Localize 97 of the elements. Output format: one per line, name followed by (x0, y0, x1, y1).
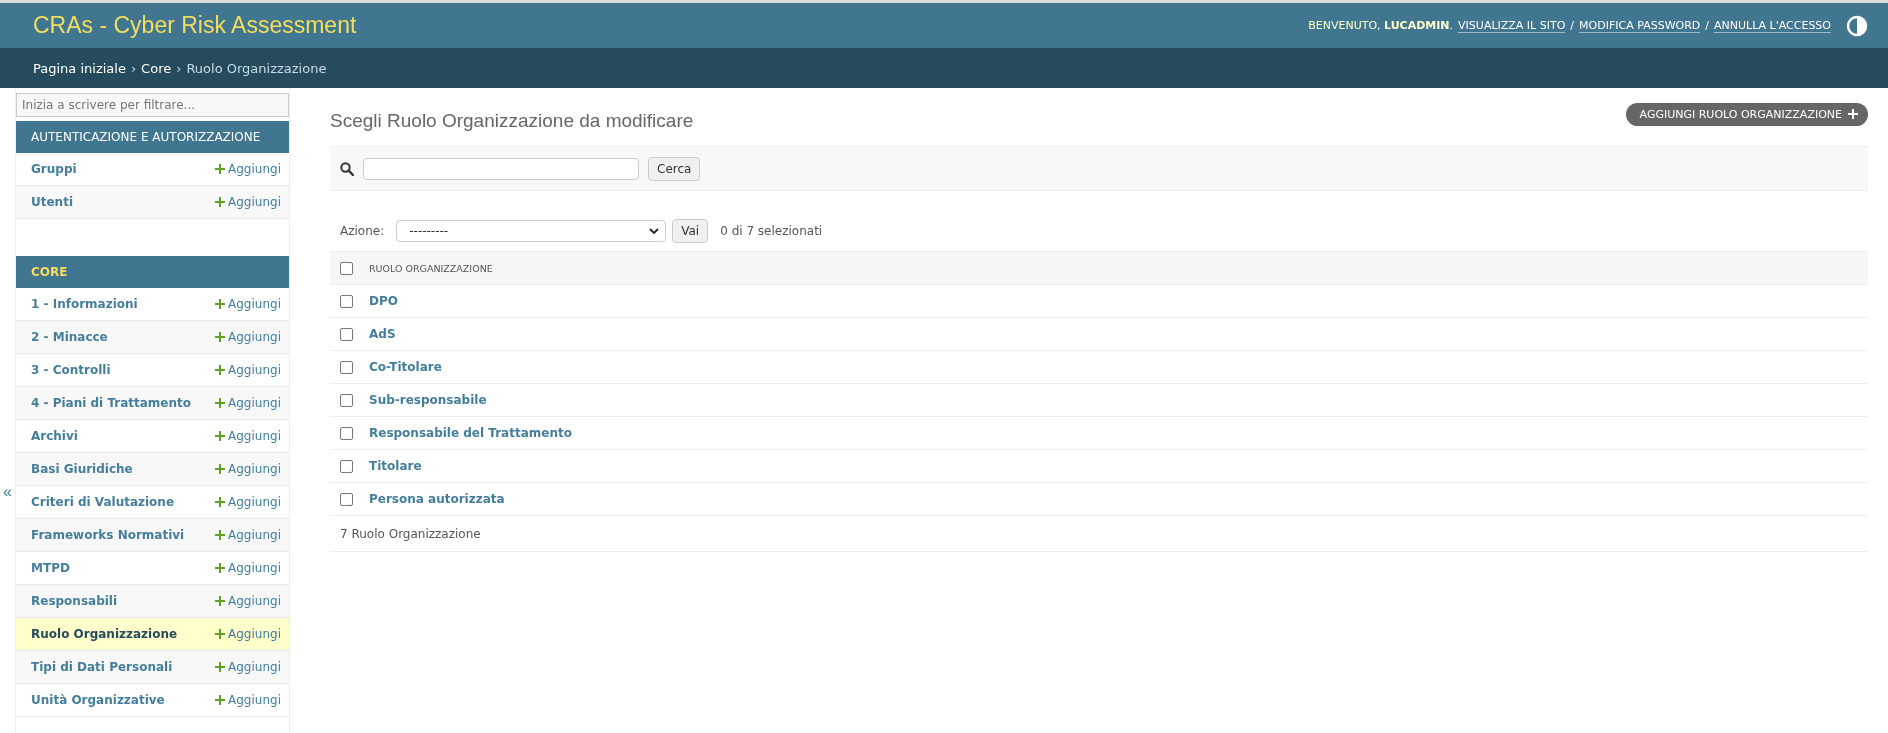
plus-icon (215, 662, 226, 672)
action-dropdown[interactable]: --------- (396, 220, 667, 242)
plus-icon (215, 695, 226, 705)
breadcrumb-separator: › (130, 60, 137, 76)
link-separator: / (1570, 19, 1575, 32)
sidebar-item[interactable]: Basi Giuridiche Aggiungi (16, 453, 289, 486)
model-link[interactable]: Unità Organizzative (31, 693, 165, 707)
model-link[interactable]: Criteri di Valutazione (31, 495, 175, 509)
row-checkbox[interactable] (340, 459, 353, 473)
chevron-down-icon (649, 227, 660, 235)
record-link[interactable]: DPO (369, 294, 398, 308)
go-button[interactable]: Vai (672, 219, 709, 243)
row-checkbox[interactable] (340, 294, 353, 308)
plus-icon (215, 431, 226, 441)
search-field[interactable] (363, 157, 639, 180)
sidebar-item[interactable]: Ruolo Organizzazione Aggiungi (16, 618, 289, 651)
add-link[interactable]: Aggiungi (215, 297, 281, 311)
site-title[interactable]: CRAs - Cyber Risk Assessment (33, 12, 357, 39)
breadcrumb-link[interactable]: Core (141, 60, 172, 76)
selection-count: 0 di 7 selezionati (720, 224, 823, 238)
header-link[interactable]: VISUALIZZA IL SITO (1458, 18, 1566, 33)
model-link[interactable]: Tipi di Dati Personali (31, 660, 173, 674)
header-link[interactable]: MODIFICA PASSWORD (1579, 18, 1701, 33)
row-checkbox[interactable] (340, 393, 353, 407)
plus-icon (215, 398, 226, 408)
sidebar-toggle[interactable]: « (0, 483, 15, 501)
model-link[interactable]: Basi Giuridiche (31, 462, 133, 476)
add-link[interactable]: Aggiungi (215, 429, 281, 443)
row-checkbox[interactable] (340, 327, 353, 341)
model-link[interactable]: 2 - Minacce (31, 330, 108, 344)
plus-icon (215, 530, 226, 540)
add-link[interactable]: Aggiungi (215, 396, 281, 410)
model-link[interactable]: 4 - Piani di Trattamento (31, 396, 192, 410)
record-link[interactable]: Sub-responsabile (369, 393, 487, 407)
plus-icon (215, 464, 226, 474)
sidebar-item[interactable]: Utenti Aggiungi (16, 186, 289, 219)
model-link[interactable]: Gruppi (31, 162, 77, 176)
model-link[interactable]: Frameworks Normativi (31, 528, 185, 542)
record-link[interactable]: Persona autorizzata (369, 492, 505, 506)
add-link[interactable]: Aggiungi (215, 162, 281, 176)
search-button[interactable]: Cerca (648, 156, 701, 181)
result-count: 7 Ruolo Organizzazione (330, 516, 1868, 552)
welcome-text: BENVENUTO, LUCADMIN. (1308, 19, 1454, 32)
sidebar-item[interactable]: Tipi di Dati Personali Aggiungi (16, 651, 289, 684)
model-link[interactable]: Responsabili (31, 594, 118, 608)
add-link[interactable]: Aggiungi (215, 363, 281, 377)
add-link[interactable]: Aggiungi (215, 627, 281, 641)
plus-icon (215, 164, 226, 174)
breadcrumb-link[interactable]: Pagina iniziale (33, 60, 126, 76)
sidebar-item[interactable]: 2 - Minacce Aggiungi (16, 321, 289, 354)
plus-icon (215, 197, 226, 207)
plus-icon (215, 299, 226, 309)
record-link[interactable]: Titolare (369, 459, 422, 473)
plus-icon (215, 629, 226, 639)
add-link[interactable]: Aggiungi (215, 462, 281, 476)
plus-icon (215, 497, 226, 507)
search-icon (340, 161, 354, 176)
column-header[interactable]: RUOLO ORGANIZZAZIONE (369, 262, 493, 274)
action-label: Azione: (340, 224, 385, 238)
add-link[interactable]: Aggiungi (215, 660, 281, 674)
row-checkbox[interactable] (340, 426, 353, 440)
row-checkbox[interactable] (340, 492, 353, 506)
breadcrumb-separator: › (176, 60, 182, 76)
record-link[interactable]: Responsabile del Trattamento (369, 426, 572, 440)
plus-icon (215, 365, 226, 375)
page-title: Scegli Ruolo Organizzazione da modificare (330, 110, 694, 132)
sidebar-item[interactable]: Responsabili Aggiungi (16, 585, 289, 618)
add-link[interactable]: Aggiungi (215, 693, 281, 707)
model-link[interactable]: 1 - Informazioni (31, 297, 138, 311)
link-separator: / (1705, 19, 1709, 32)
row-checkbox[interactable] (340, 360, 353, 374)
model-link[interactable]: 3 - Controlli (31, 363, 111, 377)
model-link[interactable]: Ruolo Organizzazione (31, 627, 178, 641)
add-link[interactable]: Aggiungi (215, 594, 281, 608)
plus-icon (215, 332, 226, 342)
filter-field[interactable]: Inizia a scrivere per filtrare... (16, 93, 289, 117)
sidebar-item[interactable]: 4 - Piani di Trattamento Aggiungi (16, 387, 289, 420)
add-link[interactable]: Aggiungi (215, 495, 281, 509)
plus-icon (215, 596, 226, 606)
model-link[interactable]: Utenti (31, 195, 73, 209)
plus-icon (215, 563, 226, 573)
add-link[interactable]: Aggiungi (215, 561, 281, 575)
model-link[interactable]: Archivi (31, 429, 78, 443)
record-link[interactable]: AdS (369, 327, 396, 341)
section-header[interactable]: CORE (16, 256, 289, 288)
plus-icon (1848, 109, 1858, 119)
record-link[interactable]: Co-Titolare (369, 360, 442, 374)
theme-toggle-icon[interactable] (1846, 14, 1868, 37)
sidebar-item[interactable]: Frameworks Normativi Aggiungi (16, 519, 289, 552)
header-link[interactable]: ANNULLA L'ACCESSO (1714, 18, 1831, 33)
select-all-checkbox[interactable] (340, 261, 353, 275)
add-link[interactable]: Aggiungi (215, 528, 281, 542)
add-link[interactable]: Aggiungi (215, 195, 281, 209)
add-button[interactable]: AGGIUNGI RUOLO ORGANIZZAZIONE (1625, 102, 1868, 126)
model-link[interactable]: MTPD (31, 561, 70, 575)
section-header[interactable]: AUTENTICAZIONE E AUTORIZZAZIONE (16, 121, 289, 153)
add-link[interactable]: Aggiungi (215, 330, 281, 344)
